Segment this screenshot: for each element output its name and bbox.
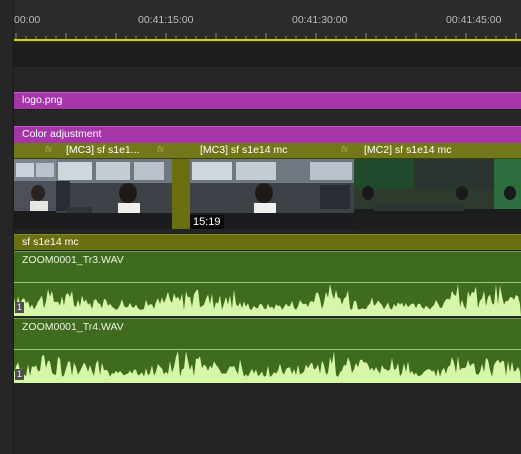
time-ruler[interactable]: 00:00 00:41:15:00 00:41:30:00 00:41:45:0… [14,0,521,42]
adjustment-layer-clip[interactable]: Color adjustment [14,126,521,143]
clip-label: [MC3] sf s1e14 mc [200,144,288,156]
channel-badge: 1 [15,369,24,380]
clip-label: logo.png [22,94,63,106]
video-clip[interactable]: [MC3] sf s1e1... fx [56,143,173,229]
fx-badge-icon: fx [156,144,164,154]
fx-badge-icon: fx [340,144,348,154]
video-clip[interactable]: [MC2] sf s1e14 mc [354,143,521,229]
audio-waveform [14,284,521,316]
ruler-timecode: 00:00 [14,14,41,26]
audio-clip[interactable]: ZOOM0001_Tr4.WAV 1 [14,318,521,383]
nested-sequence-clip[interactable]: sf s1e14 mc [14,234,521,250]
video-clip[interactable]: [MC3] sf s1e14 mc fx 15:19 [190,143,355,229]
clip-label: Color adjustment [22,128,102,140]
clip-timecode: 15:19 [190,215,224,229]
clip-label: [MC2] sf s1e14 mc [364,144,452,156]
video-thumbnail [14,159,56,229]
clip-label: ZOOM0001_Tr4.WAV [22,321,124,333]
video-thumbnail [172,159,190,229]
video-track: fx [MC3] sf s1e1... fx [MC3] sf s1e14 mc… [14,143,521,229]
work-area-bar[interactable] [14,39,521,41]
channel-badge: 1 [15,302,24,313]
video-thumbnail [56,159,172,229]
audio-waveform [14,351,521,383]
clip-header: [MC2] sf s1e14 mc [354,143,521,159]
ruler-timecode: 00:41:30:00 [292,14,348,26]
empty-timeline-area[interactable] [14,386,521,454]
clip-label: [MC3] sf s1e1... [66,144,140,156]
ruler-timecode: 00:41:15:00 [138,14,194,26]
empty-track-row [14,109,521,126]
empty-track-row [14,66,521,93]
video-thumbnail [354,159,521,229]
fx-badge-icon: fx [44,144,52,154]
clip-label: sf s1e14 mc [22,236,79,248]
clip-header [172,143,190,159]
clip-header: [MC3] sf s1e14 mc fx [190,143,354,159]
ruler-timecode: 00:41:45:00 [446,14,502,26]
audio-clip[interactable]: ZOOM0001_Tr3.WAV 1 [14,251,521,316]
clip-label: ZOOM0001_Tr3.WAV [22,254,124,266]
track-header-gutter [0,0,14,454]
ruler-spacer [14,42,521,66]
video-clip[interactable] [172,143,191,229]
clip-header: fx [14,143,56,159]
clip-header: [MC3] sf s1e1... fx [56,143,172,159]
video-clip[interactable]: fx [14,143,57,229]
graphic-clip-logo[interactable]: logo.png [14,92,521,109]
